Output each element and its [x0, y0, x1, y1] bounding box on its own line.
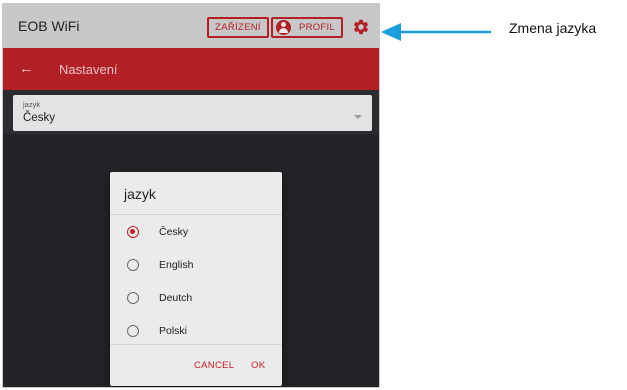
screen-title: Nastavení	[59, 62, 118, 77]
language-select-label: jazyk	[23, 100, 41, 109]
language-option-english[interactable]: English	[110, 251, 282, 281]
ok-button[interactable]: OK	[251, 360, 265, 371]
radio-unchecked-icon[interactable]	[127, 292, 139, 304]
language-option-polski[interactable]: Polski	[110, 317, 282, 347]
language-select[interactable]: jazyk Česky	[13, 95, 372, 131]
profile-button-label: PROFIL	[298, 22, 336, 33]
devices-button[interactable]: ZAŘÍZENÍ	[207, 17, 269, 38]
profile-button[interactable]: PROFIL	[271, 17, 343, 38]
language-option-deutch[interactable]: Deutch	[110, 284, 282, 314]
language-option-cesky[interactable]: Česky	[110, 218, 282, 248]
language-option-label: Deutch	[159, 292, 193, 304]
language-select-value: Česky	[23, 112, 55, 124]
arrow-left-icon[interactable]: ←	[19, 60, 34, 77]
radio-unchecked-icon[interactable]	[127, 259, 139, 271]
caret-down-icon	[354, 115, 362, 119]
gear-icon[interactable]	[352, 18, 370, 36]
top-app-bar: EOB WiFi ZAŘÍZENÍ PROFIL	[3, 4, 379, 48]
annotation-arrow-icon	[381, 23, 491, 41]
dialog-divider-top	[110, 214, 282, 215]
dialog-title: jazyk	[124, 186, 156, 202]
settings-header-bar: ← Nastavení	[3, 48, 379, 90]
user-circle-icon	[276, 20, 291, 35]
cancel-button[interactable]: CANCEL	[194, 360, 234, 371]
language-dialog: jazyk Česky English Deutch Polski CANCEL…	[110, 172, 282, 386]
language-option-label: Česky	[159, 226, 189, 238]
app-title: EOB WiFi	[18, 18, 80, 34]
annotation-label: Zmena jazyka	[509, 20, 597, 36]
screenshot-stage: EOB WiFi ZAŘÍZENÍ PROFIL ← Nastavení jaz…	[0, 0, 627, 390]
radio-unchecked-icon[interactable]	[127, 325, 139, 337]
radio-checked-icon[interactable]	[127, 226, 139, 238]
dialog-divider-bottom	[110, 344, 282, 345]
app-window: EOB WiFi ZAŘÍZENÍ PROFIL ← Nastavení jaz…	[2, 3, 380, 388]
language-option-label: English	[159, 259, 194, 271]
language-option-label: Polski	[159, 325, 188, 337]
